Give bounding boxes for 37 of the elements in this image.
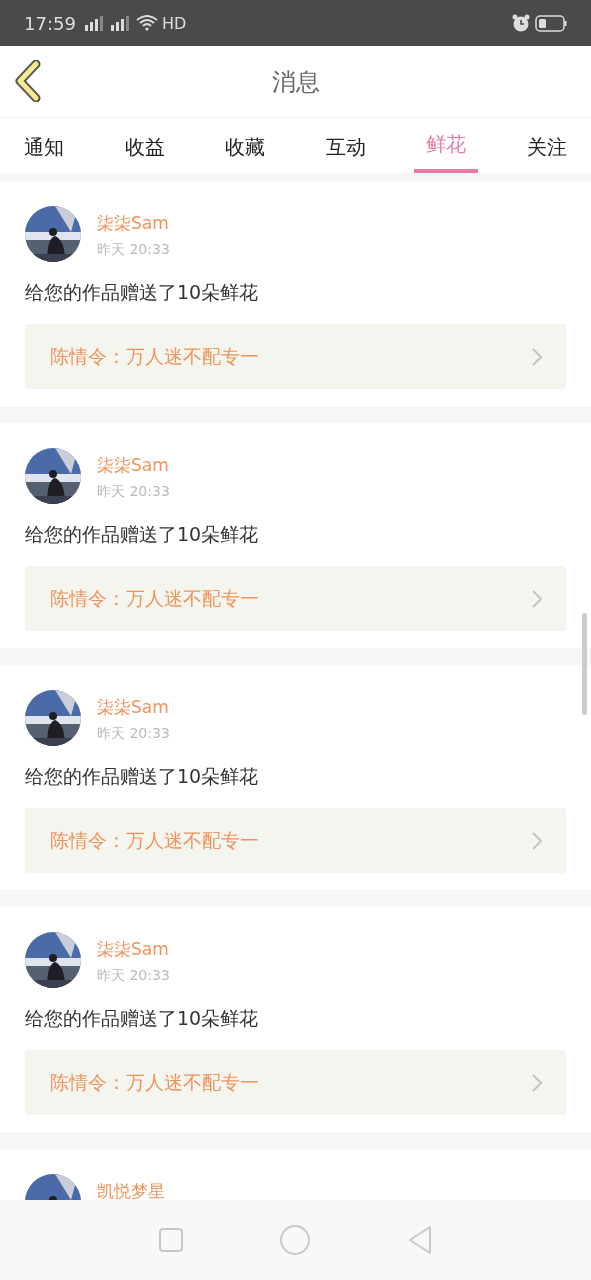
signal-icon (109, 15, 132, 31)
chevron-right-icon (532, 831, 542, 850)
battery-icon (535, 14, 567, 32)
message-text: 给您的作品赠送了10朵鲜花 (25, 522, 260, 547)
work-link[interactable]: 陈情令：万人迷不配专一 (25, 808, 566, 873)
user-name[interactable]: 柒柒Sam (97, 454, 170, 477)
timestamp: 昨天 20:33 (97, 483, 170, 501)
chevron-right-icon (532, 1073, 542, 1092)
alarm-icon (511, 13, 531, 33)
work-link[interactable]: 陈情令：万人迷不配专一 (25, 324, 566, 389)
tab[interactable]: 互动 (313, 118, 378, 173)
back-triangle-icon[interactable] (406, 1225, 433, 1255)
circle-icon[interactable] (280, 1225, 311, 1255)
work-link[interactable]: 陈情令：万人迷不配专一 (25, 566, 566, 631)
hd-label: HD (161, 13, 187, 33)
tab[interactable]: 收藏 (213, 118, 278, 173)
timestamp: 昨天 20:33 (97, 241, 170, 259)
message-text: 给您的作品赠送了10朵鲜花 (25, 1006, 260, 1031)
chevron-right-icon (532, 347, 542, 366)
timestamp: 昨天 20:33 (97, 725, 170, 743)
user-name[interactable]: 柒柒Sam (97, 696, 170, 719)
tab[interactable]: 关注 (514, 118, 579, 173)
chevron-right-icon (532, 589, 542, 608)
user-name[interactable]: 凯悦梦星 (97, 1180, 165, 1200)
clock: 17:59 (24, 12, 76, 34)
message-text: 给您的作品赠送了10朵鲜花 (25, 280, 260, 305)
timestamp: 昨天 20:33 (97, 967, 170, 985)
user-name[interactable]: 柒柒Sam (97, 938, 170, 961)
message-text: 给您的作品赠送了10朵鲜花 (25, 764, 260, 789)
tab[interactable]: 通知 (12, 118, 76, 173)
signal-icon (83, 15, 106, 31)
user-name[interactable]: 柒柒Sam (97, 212, 170, 235)
square-icon[interactable] (158, 1227, 185, 1253)
work-link[interactable]: 陈情令：万人迷不配专一 (25, 1050, 566, 1115)
wifi-icon (135, 15, 158, 31)
page-title: 消息 (271, 66, 320, 98)
tab[interactable]: 收益 (112, 118, 177, 173)
